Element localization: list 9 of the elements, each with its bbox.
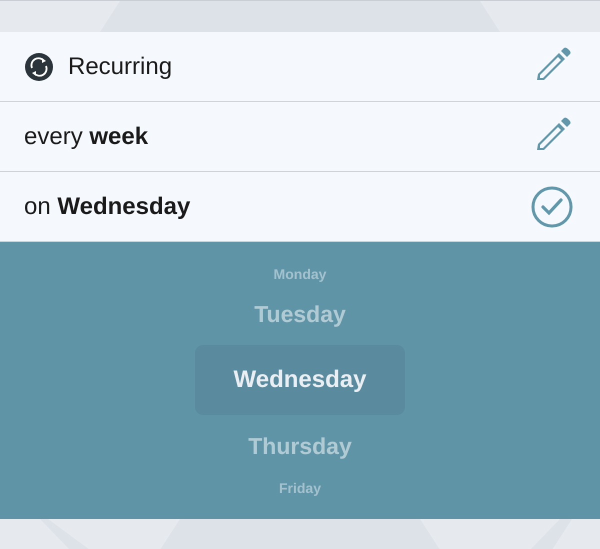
picker-option[interactable]: Monday: [274, 266, 326, 282]
setting-text: on Wednesday: [24, 192, 192, 220]
picker-option[interactable]: Tuesday: [254, 300, 346, 328]
row-title: Recurring: [68, 52, 174, 80]
day-picker[interactable]: Monday Tuesday Wednesday Thursday Friday: [0, 242, 600, 519]
picker-option[interactable]: Thursday: [248, 432, 352, 460]
setting-text: every week: [24, 122, 150, 150]
picker-option[interactable]: Friday: [278, 480, 321, 496]
picker-option[interactable]: Wednesday: [195, 345, 405, 415]
